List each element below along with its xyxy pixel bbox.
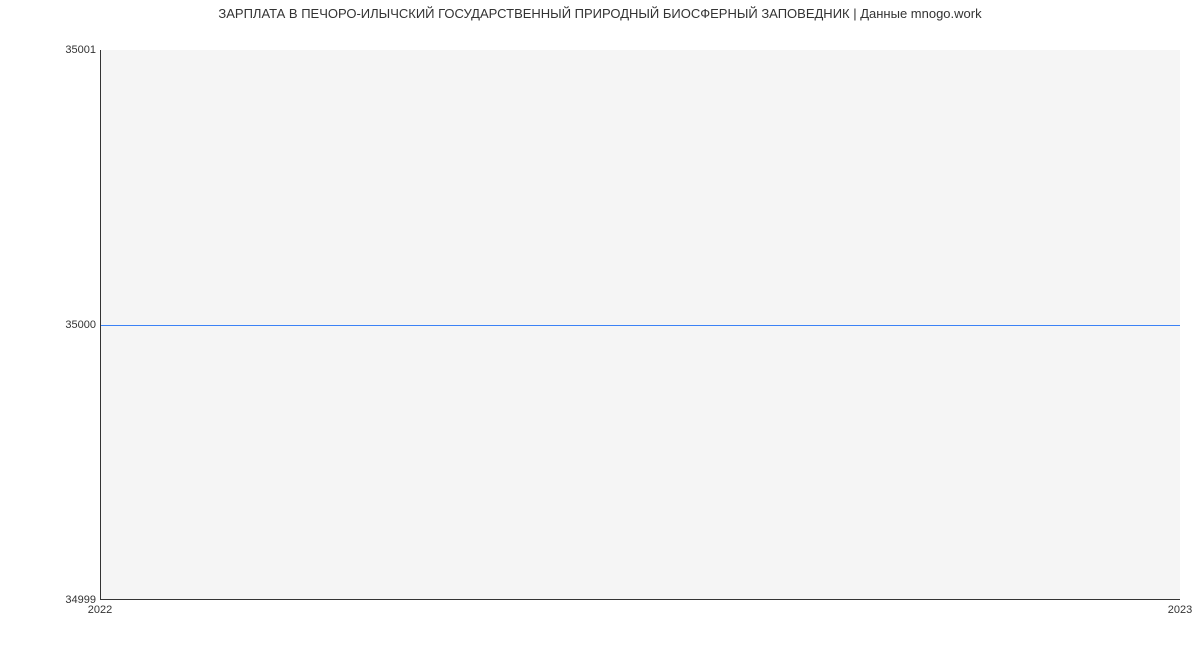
chart-container: ЗАРПЛАТА В ПЕЧОРО-ИЛЫЧСКИЙ ГОСУДАРСТВЕНН… xyxy=(0,0,1200,650)
chart-title: ЗАРПЛАТА В ПЕЧОРО-ИЛЫЧСКИЙ ГОСУДАРСТВЕНН… xyxy=(0,6,1200,21)
y-tick-label: 35000 xyxy=(6,319,96,331)
x-tick-label: 2023 xyxy=(1168,604,1192,616)
data-series-line xyxy=(101,325,1180,326)
y-tick-label: 34999 xyxy=(6,594,96,606)
y-tick-label: 35001 xyxy=(6,44,96,56)
x-tick-label: 2022 xyxy=(88,604,112,616)
plot-area xyxy=(100,50,1180,600)
